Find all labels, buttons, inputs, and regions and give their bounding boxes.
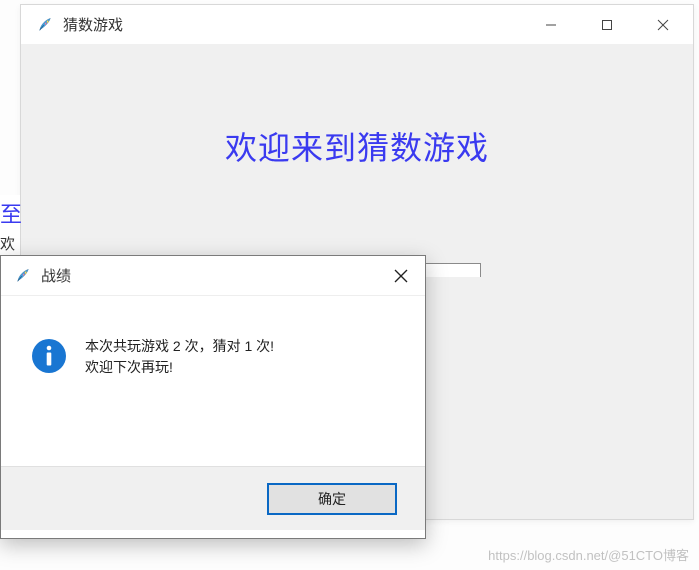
dialog-close-button[interactable]	[377, 256, 425, 295]
dialog-body: 本次共玩游戏 2 次，猜对 1 次! 欢迎下次再玩!	[1, 296, 425, 466]
dialog-footer: 确定	[1, 466, 425, 530]
window-controls	[523, 5, 691, 44]
ok-button-label: 确定	[318, 489, 346, 509]
app-icon	[37, 17, 53, 33]
peek-text-1: 至	[0, 197, 20, 229]
info-icon	[31, 338, 67, 374]
message-dialog: 战绩 本次共玩游戏 2 次，猜对 1 次! 欢迎下次再玩! 确定	[0, 255, 426, 539]
dialog-message-line2: 欢迎下次再玩!	[85, 357, 274, 378]
minimize-button[interactable]	[523, 5, 579, 44]
dialog-message: 本次共玩游戏 2 次，猜对 1 次! 欢迎下次再玩!	[85, 336, 274, 378]
dialog-app-icon	[15, 268, 31, 284]
welcome-label: 欢迎来到猜数游戏	[21, 123, 693, 169]
dialog-message-line1: 本次共玩游戏 2 次，猜对 1 次!	[85, 336, 274, 357]
dialog-title: 战绩	[41, 265, 71, 286]
titlebar: 猜数游戏	[21, 5, 693, 45]
close-button[interactable]	[635, 5, 691, 44]
window-title: 猜数游戏	[63, 14, 123, 35]
background-window-peek: 至 欢	[0, 195, 20, 256]
maximize-button[interactable]	[579, 5, 635, 44]
peek-text-2: 欢	[0, 233, 20, 254]
watermark: https://blog.csdn.net/@51CTO博客	[488, 545, 689, 564]
dialog-titlebar: 战绩	[1, 256, 425, 296]
ok-button[interactable]: 确定	[267, 483, 397, 515]
